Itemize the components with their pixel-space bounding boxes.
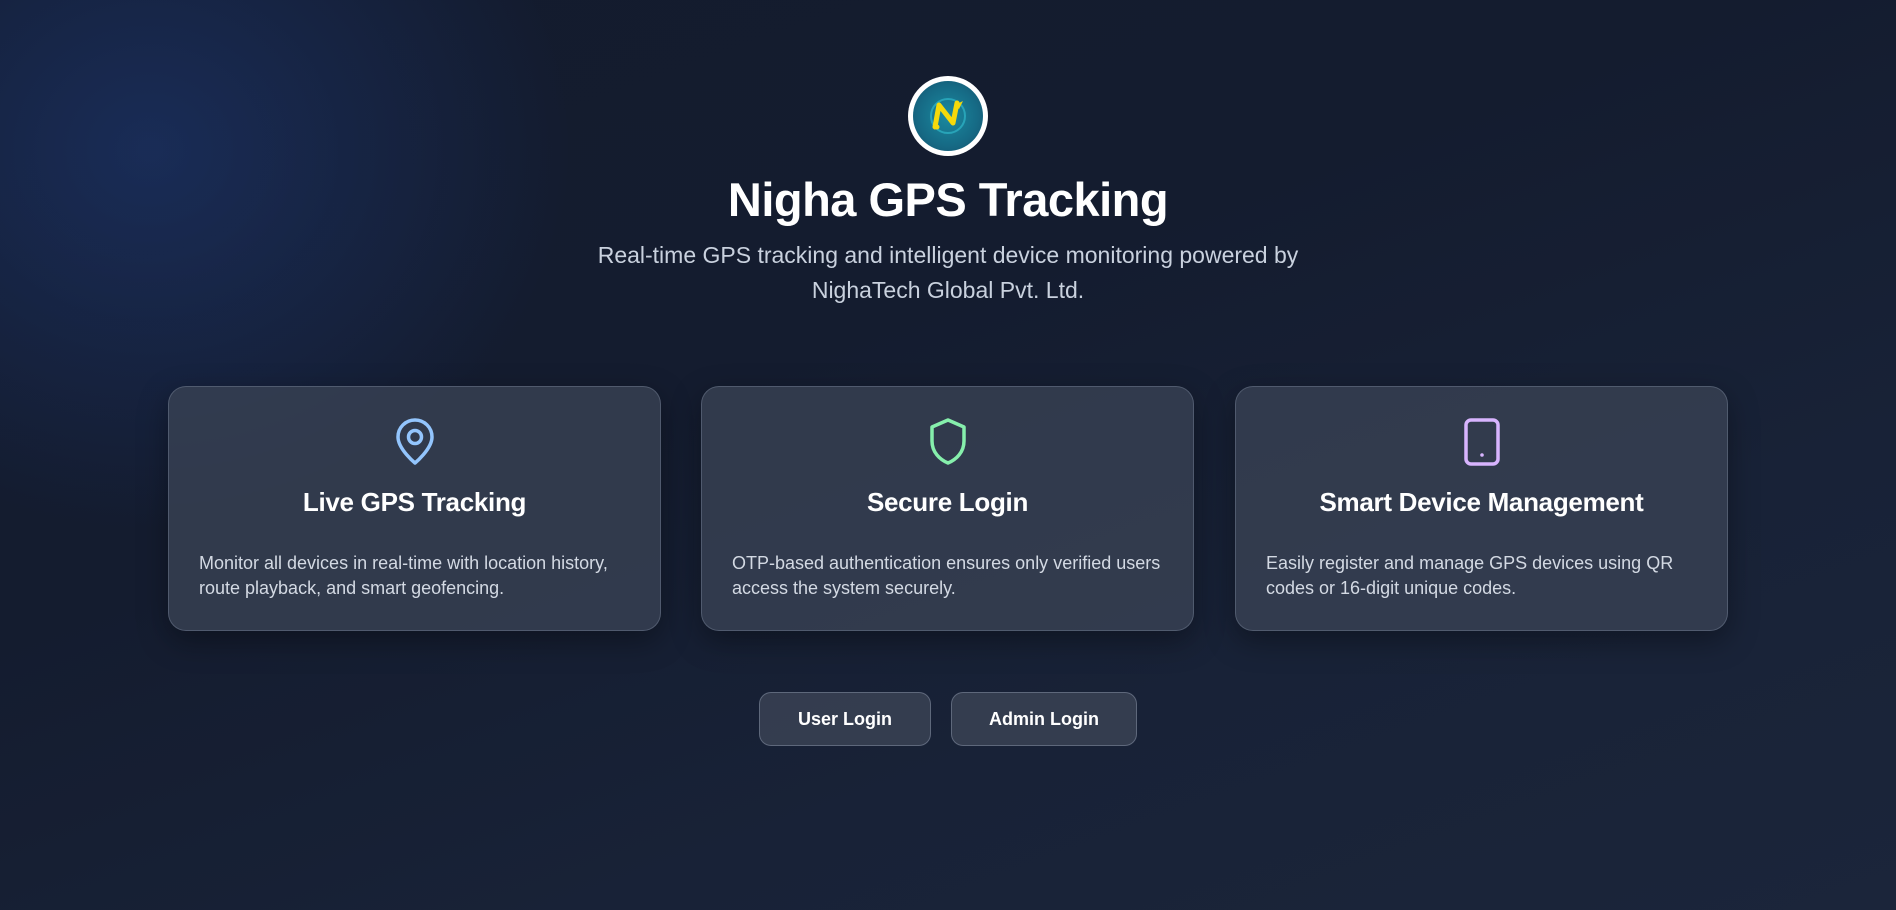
feature-title: Smart Device Management	[1319, 487, 1644, 517]
page-subtitle: Real-time GPS tracking and intelligent d…	[597, 242, 1299, 303]
feature-cards: Live GPS Tracking Monitor all devices in…	[168, 386, 1728, 631]
admin-login-button[interactable]: Admin Login	[951, 692, 1137, 746]
tablet-icon	[1236, 417, 1727, 467]
feature-description: OTP-based authentication ensures only ve…	[732, 553, 1161, 598]
page-title: Nigha GPS Tracking	[727, 173, 1169, 226]
feature-description: Easily register and manage GPS devices u…	[1266, 553, 1674, 598]
user-login-button[interactable]: User Login	[759, 692, 931, 746]
feature-title: Live GPS Tracking	[302, 487, 527, 517]
login-actions: User Login Admin Login	[0, 692, 1896, 746]
feature-title: Secure Login	[866, 487, 1029, 517]
nigha-logo-icon	[913, 81, 983, 151]
map-pin-icon	[169, 417, 660, 467]
landing-page: Nigha GPS Tracking Real-time GPS trackin…	[0, 0, 1896, 910]
feature-description: Monitor all devices in real-time with lo…	[199, 553, 608, 598]
feature-card-secure-login: Secure Login OTP-based authentication en…	[701, 386, 1194, 631]
nigha-logo	[908, 76, 988, 156]
shield-icon	[702, 417, 1193, 467]
feature-card-live-gps-tracking: Live GPS Tracking Monitor all devices in…	[168, 386, 661, 631]
feature-card-smart-device-management: Smart Device Management Easily register …	[1235, 386, 1728, 631]
